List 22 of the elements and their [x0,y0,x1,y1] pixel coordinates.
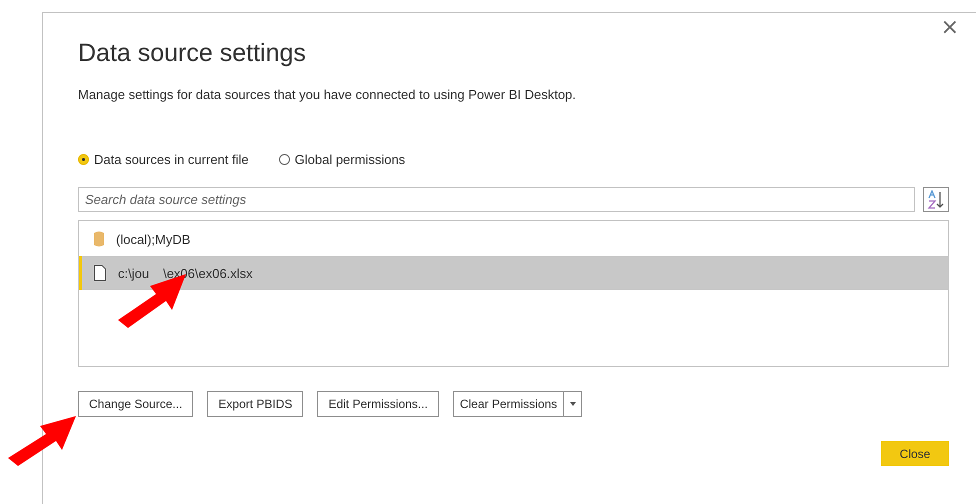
radio-option[interactable]: Global permissions [278,152,406,167]
source-path: (local);MyDB [116,232,190,246]
dialog-description: Manage settings for data sources that you have connected to using Power BI Desktop. [78,87,576,102]
radio-option[interactable]: Data sources in current file [78,152,249,167]
sort-button[interactable] [923,187,949,212]
sort-icon [927,190,945,210]
source-path: c:\jou [118,266,150,280]
action-button[interactable]: Export PBIDS [207,391,304,417]
action-button[interactable]: Edit Permissions... [317,391,439,417]
dialog-title: Data source settings [78,39,306,68]
pointer-arrow [6,414,78,468]
source-path: \ex06\ex06.xlsx [163,266,253,280]
caret-icon [570,402,576,406]
action-button[interactable]: Change Source... [78,391,194,417]
dropdown-button[interactable] [564,391,582,417]
database-icon [94,231,104,247]
search-field[interactable]: Search data source settings [78,187,915,212]
data-source-row[interactable]: c:\jou \ex06\ex06.xlsx [79,256,948,290]
close-button[interactable]: Close [881,441,949,466]
document-icon [94,265,106,281]
close-icon[interactable]: × [940,17,959,39]
action-button[interactable]: Clear Permissions [452,391,564,417]
